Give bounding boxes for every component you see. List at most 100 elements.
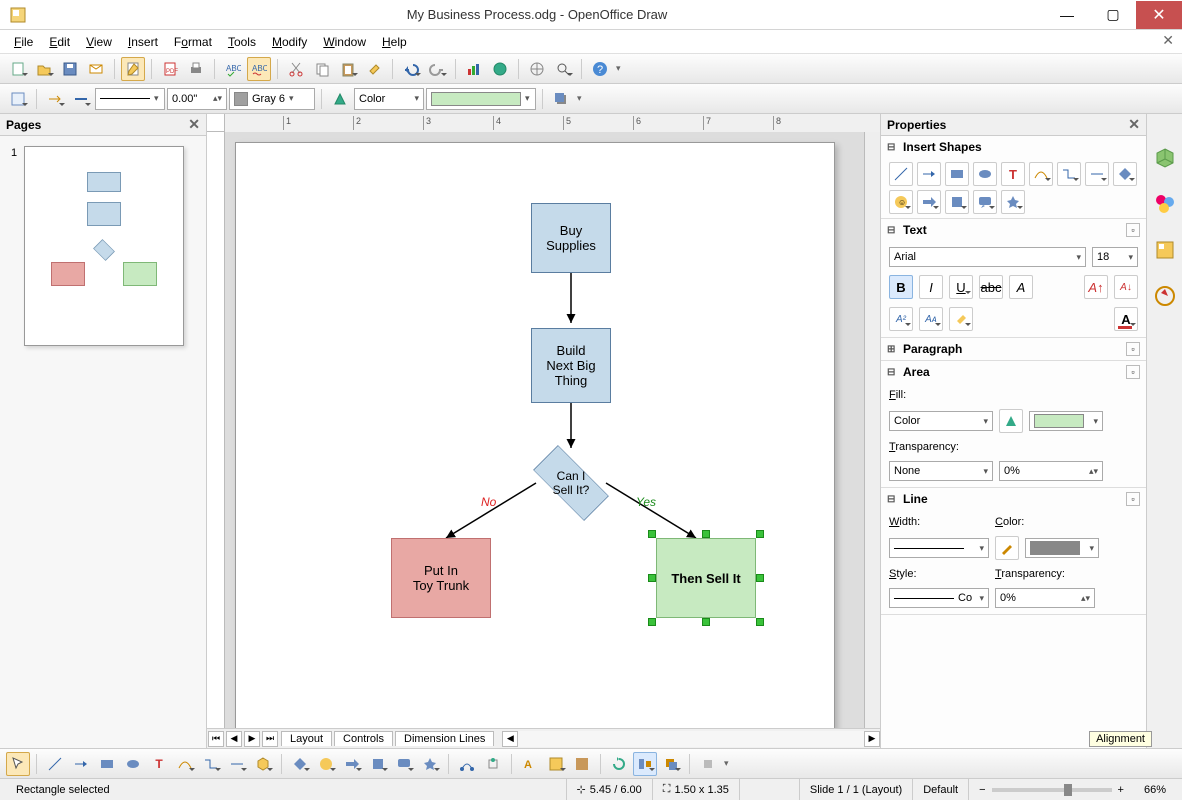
hyperlink-button[interactable]	[488, 57, 512, 81]
tab-first[interactable]: ⏮	[208, 731, 224, 747]
shape-connector[interactable]	[1057, 162, 1081, 186]
symbol-shapes-tool[interactable]	[314, 752, 338, 776]
menu-help[interactable]: Help	[374, 33, 415, 51]
arrow-style-button[interactable]	[43, 87, 67, 111]
zoom-value[interactable]: 66%	[1134, 779, 1176, 800]
font-color-button[interactable]: A	[1114, 307, 1138, 331]
area-more[interactable]: ▫	[1126, 365, 1140, 379]
drawing-page[interactable]: Buy Supplies Build Next Big Thing Can I …	[235, 142, 835, 728]
flowchart-box-sellit[interactable]: Then Sell It	[656, 538, 756, 618]
shape-line[interactable]	[889, 162, 913, 186]
alignment-tool[interactable]	[633, 752, 657, 776]
drawing-toolbar-overflow[interactable]: ▾	[724, 758, 734, 769]
line-color-picker[interactable]: ▾	[1025, 538, 1099, 558]
toolbar-overflow[interactable]: ▾	[616, 63, 626, 74]
line-color-combo[interactable]: Gray 6▾	[229, 88, 315, 110]
shape-lines-group[interactable]	[1085, 162, 1109, 186]
highlight-button[interactable]	[949, 307, 973, 331]
redo-button[interactable]	[425, 57, 449, 81]
vertical-scrollbar[interactable]	[864, 132, 880, 728]
shadow-text-button[interactable]: A	[1009, 275, 1033, 299]
rect-tool[interactable]	[95, 752, 119, 776]
super-sub-button[interactable]: A²	[889, 307, 913, 331]
autospellcheck-button[interactable]: ABC	[247, 57, 271, 81]
toolbar2-overflow[interactable]: ▾	[577, 93, 587, 104]
line-transparency-value[interactable]: 0%▴▾	[995, 588, 1095, 608]
save-button[interactable]	[58, 57, 82, 81]
flowchart-box-build[interactable]: Build Next Big Thing	[531, 328, 611, 403]
page-thumbnail[interactable]: 1	[24, 146, 184, 346]
menu-window[interactable]: Window	[315, 33, 374, 51]
shape-block-arrow[interactable]	[917, 190, 941, 214]
area-button[interactable]	[328, 87, 352, 111]
tab-last[interactable]: ⏭	[262, 731, 278, 747]
format-paintbrush-button[interactable]	[362, 57, 386, 81]
line-width-picker[interactable]: ▾	[889, 538, 989, 558]
shape-rect[interactable]	[945, 162, 969, 186]
fontwork-tool[interactable]: A	[518, 752, 542, 776]
italic-button[interactable]: I	[919, 275, 943, 299]
small-caps-button[interactable]: Aᴀ	[919, 307, 943, 331]
flowchart-box-toytrunk[interactable]: Put In Toy Trunk	[391, 538, 491, 618]
line-style-combo[interactable]: ▾	[95, 88, 165, 110]
status-style[interactable]: Default	[913, 779, 969, 800]
sidebar-styles-icon[interactable]	[1151, 190, 1179, 218]
font-name-combo[interactable]: Arial▾	[889, 247, 1086, 267]
line-width-combo[interactable]: 0.00"▴▾	[167, 88, 227, 110]
shape-arrow[interactable]	[917, 162, 941, 186]
line-style-picker[interactable]	[69, 87, 93, 111]
menu-modify[interactable]: Modify	[264, 33, 315, 51]
paste-button[interactable]	[336, 57, 360, 81]
minimize-button[interactable]: —	[1044, 1, 1090, 29]
paragraph-more[interactable]: ▫	[1126, 342, 1140, 356]
increase-font-button[interactable]: A↑	[1084, 275, 1108, 299]
transparency-type-combo[interactable]: None▾	[889, 461, 993, 481]
section-insert-shapes[interactable]: Insert Shapes	[903, 140, 982, 154]
shape-curve[interactable]	[1029, 162, 1053, 186]
font-size-combo[interactable]: 18▾	[1092, 247, 1138, 267]
ruler-vertical[interactable]	[207, 132, 225, 728]
help-button[interactable]: ?	[588, 57, 612, 81]
undo-button[interactable]	[399, 57, 423, 81]
section-area[interactable]: Area	[903, 365, 930, 379]
flowchart-decision[interactable]: Can I Sell It?	[521, 448, 621, 518]
bucket-icon[interactable]	[999, 409, 1023, 433]
bold-button[interactable]: B	[889, 275, 913, 299]
menu-view[interactable]: View	[78, 33, 120, 51]
from-file-tool[interactable]	[544, 752, 568, 776]
navigator-button[interactable]	[525, 57, 549, 81]
basic-shapes-tool[interactable]	[288, 752, 312, 776]
gallery-tool[interactable]	[570, 752, 594, 776]
callouts-tool[interactable]	[392, 752, 416, 776]
chart-button[interactable]	[462, 57, 486, 81]
underline-button[interactable]: U	[949, 275, 973, 299]
shape-symbol[interactable]: ☺	[889, 190, 913, 214]
line-more[interactable]: ▫	[1126, 492, 1140, 506]
fill-type-combo[interactable]: Color▾	[889, 411, 993, 431]
spellcheck-button[interactable]: ABC	[221, 57, 245, 81]
close-document-button[interactable]: ✕	[1162, 32, 1174, 49]
shape-flowchart[interactable]	[945, 190, 969, 214]
shape-basic[interactable]	[1113, 162, 1137, 186]
print-button[interactable]	[184, 57, 208, 81]
flowchart-tool[interactable]	[366, 752, 390, 776]
text-more[interactable]: ▫	[1126, 223, 1140, 237]
section-text[interactable]: Text	[903, 223, 927, 237]
arrange-tool[interactable]	[659, 752, 683, 776]
strikethrough-button[interactable]: abc	[979, 275, 1003, 299]
lines-tool[interactable]	[225, 752, 249, 776]
pages-panel-close[interactable]: ✕	[188, 116, 200, 133]
fill-color-picker[interactable]: ▾	[1029, 411, 1103, 431]
glue-points-tool[interactable]	[481, 752, 505, 776]
curve-tool[interactable]	[173, 752, 197, 776]
properties-close[interactable]: ✕	[1128, 116, 1140, 133]
fill-color-combo[interactable]: ▾	[426, 88, 536, 110]
menu-insert[interactable]: Insert	[120, 33, 166, 51]
line-tool[interactable]	[43, 752, 67, 776]
section-paragraph[interactable]: Paragraph	[903, 342, 962, 356]
block-arrows-tool[interactable]	[340, 752, 364, 776]
menu-file[interactable]: File	[6, 33, 41, 51]
sidebar-gallery-icon[interactable]	[1151, 236, 1179, 264]
tab-prev[interactable]: ◀	[226, 731, 242, 747]
menu-edit[interactable]: Edit	[41, 33, 78, 51]
